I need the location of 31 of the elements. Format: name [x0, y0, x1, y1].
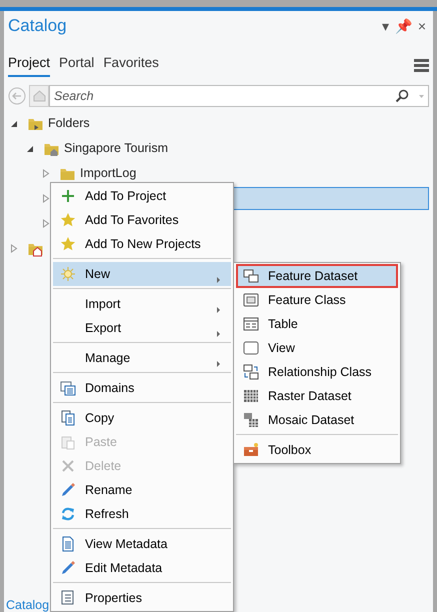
- menu-item[interactable]: Raster Dataset: [236, 384, 398, 408]
- menu-item[interactable]: Feature Dataset: [236, 264, 398, 288]
- tab[interactable]: Favorites: [103, 53, 159, 78]
- search-field[interactable]: Search: [49, 85, 429, 108]
- menu-item[interactable]: Import: [53, 292, 231, 316]
- menu-item[interactable]: Toolbox: [236, 438, 398, 462]
- tree-item[interactable]: Folders: [44, 112, 94, 136]
- menu-item[interactable]: New: [53, 262, 231, 286]
- menu-item[interactable]: Mosaic Dataset: [236, 408, 398, 432]
- menu-item[interactable]: Add To Project: [53, 184, 231, 208]
- tree-item[interactable]: Singapore Tourism: [60, 137, 172, 160]
- menu-item[interactable]: Domains: [53, 376, 231, 400]
- menu-item[interactable]: Rename: [53, 478, 231, 502]
- menu-item[interactable]: Manage: [53, 346, 231, 370]
- menu-item[interactable]: Table: [236, 312, 398, 336]
- tree-item[interactable]: ImportLog: [76, 162, 140, 186]
- tab[interactable]: Project: [8, 53, 50, 78]
- menu-item[interactable]: Add To New Projects: [53, 232, 231, 256]
- menu-item[interactable]: Export: [53, 316, 231, 340]
- menu-item[interactable]: Properties: [53, 586, 231, 610]
- menu-item[interactable]: Feature Class: [236, 288, 398, 312]
- menu-item[interactable]: View Metadata: [53, 532, 231, 556]
- panel-title: Catalog: [8, 15, 67, 37]
- menu-item[interactable]: Copy: [53, 406, 231, 430]
- menu-item[interactable]: Edit Metadata: [53, 556, 231, 580]
- menu-item[interactable]: View: [236, 336, 398, 360]
- tab[interactable]: Portal: [59, 53, 94, 78]
- menu-item[interactable]: Refresh: [53, 502, 231, 526]
- bottom-tab[interactable]: Catalog: [6, 598, 50, 612]
- menu-item[interactable]: Relationship Class: [236, 360, 398, 384]
- menu-item[interactable]: Add To Favorites: [53, 208, 231, 232]
